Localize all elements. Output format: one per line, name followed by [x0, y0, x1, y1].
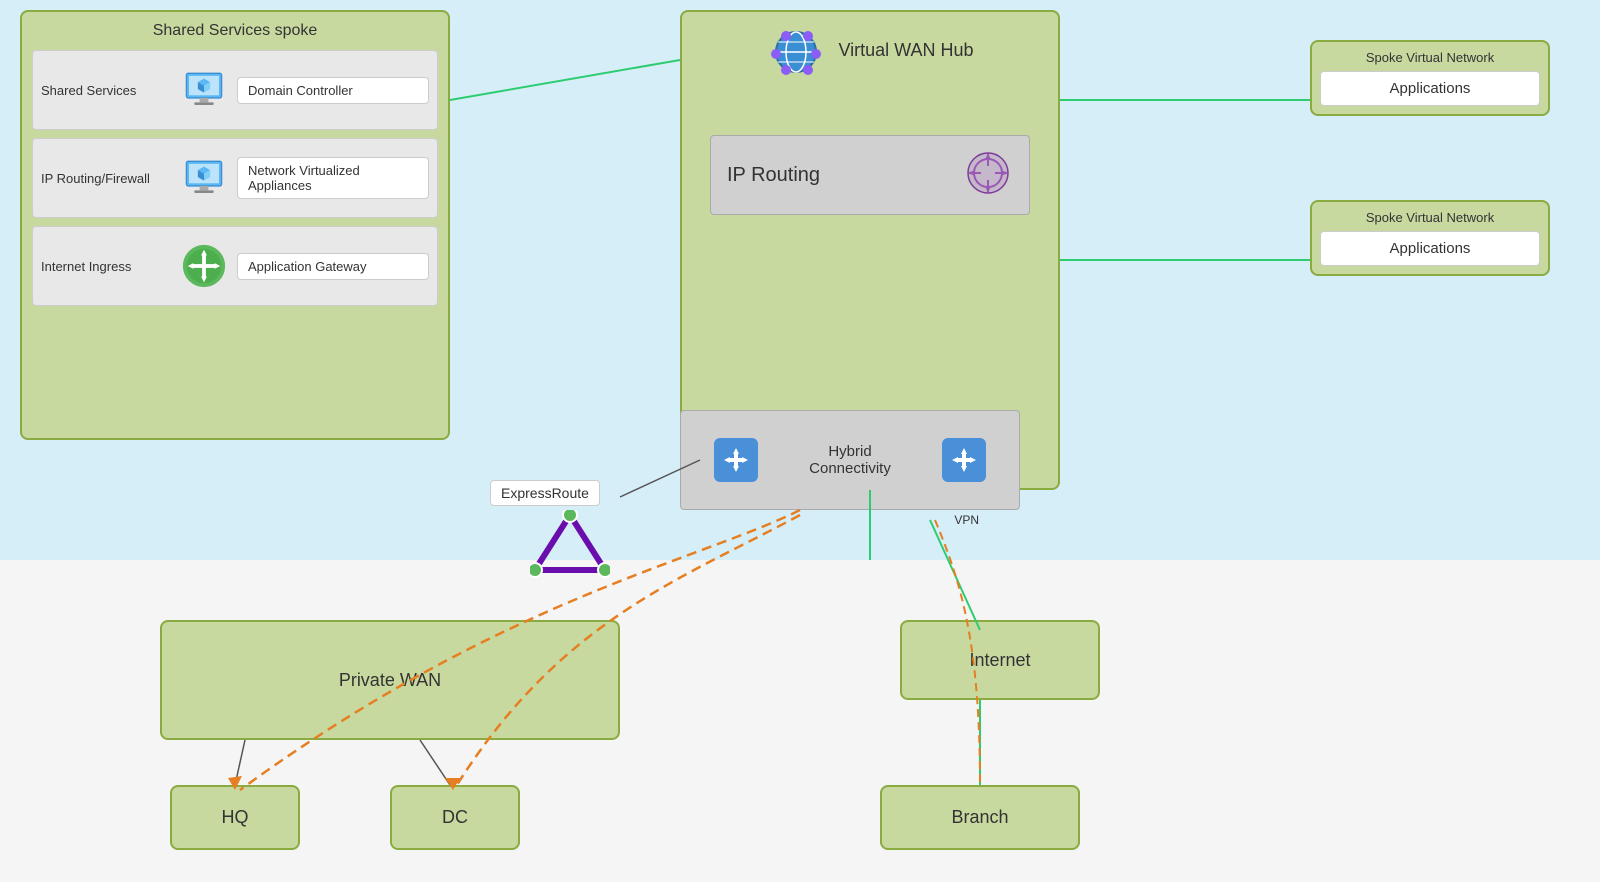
spoke-vnet-2: Spoke Virtual Network Applications [1310, 200, 1550, 276]
network-virtualized-label: Network Virtualized Appliances [237, 157, 429, 199]
domain-controller-label: Domain Controller [237, 77, 429, 104]
internet-ingress-label: Internet Ingress [41, 259, 171, 274]
spoke-vnet-1-app: Applications [1320, 71, 1540, 106]
internet-label: Internet [969, 650, 1030, 671]
shared-services-spoke: Shared Services spoke Shared Services Do… [20, 10, 450, 440]
spoke-vnet-2-title: Spoke Virtual Network [1320, 210, 1540, 225]
hq-label: HQ [222, 807, 249, 828]
private-wan-label: Private WAN [339, 670, 441, 691]
vwan-hub-title: Virtual WAN Hub [838, 40, 973, 61]
spoke-vnet-2-app: Applications [1320, 231, 1540, 266]
branch-label: Branch [951, 807, 1008, 828]
hq-box: HQ [170, 785, 300, 850]
routing-icon [963, 148, 1013, 203]
branch-box: Branch [880, 785, 1080, 850]
shared-services-row: Shared Services Domain Controller [32, 50, 438, 130]
move-icon-right [942, 438, 986, 482]
private-wan-box: Private WAN [160, 620, 620, 740]
globe-icon [766, 22, 826, 87]
ip-routing-firewall-label: IP Routing/Firewall [41, 171, 171, 186]
ip-routing-box: IP Routing [710, 135, 1030, 215]
hybrid-connectivity-box: HybridConnectivity VPN [680, 410, 1020, 510]
internet-ingress-row: Internet Ingress Application Gateway [32, 226, 438, 306]
shared-services-label: Shared Services [41, 83, 171, 98]
move-icon-left [714, 438, 758, 482]
computer-icon-1 [179, 65, 229, 115]
appgateway-icon [179, 241, 229, 291]
vwan-hub-header: Virtual WAN Hub [766, 22, 973, 87]
vpn-label: VPN [954, 513, 979, 527]
ip-routing-row: IP Routing/Firewall Network Virtualized … [32, 138, 438, 218]
application-gateway-label: Application Gateway [237, 253, 429, 280]
internet-box: Internet [900, 620, 1100, 700]
ip-routing-label: IP Routing [727, 164, 820, 187]
expressroute-icon [530, 510, 610, 585]
hybrid-connectivity-title: HybridConnectivity [809, 443, 891, 477]
computer-icon-2 [179, 153, 229, 203]
shared-services-spoke-title: Shared Services spoke [32, 22, 438, 40]
spoke-vnet-1-title: Spoke Virtual Network [1320, 50, 1540, 65]
spoke-vnet-1: Spoke Virtual Network Applications [1310, 40, 1550, 116]
expressroute-label: ExpressRoute [490, 480, 600, 506]
dc-label: DC [442, 807, 468, 828]
hybrid-title-container: HybridConnectivity [809, 443, 891, 477]
dc-box: DC [390, 785, 520, 850]
